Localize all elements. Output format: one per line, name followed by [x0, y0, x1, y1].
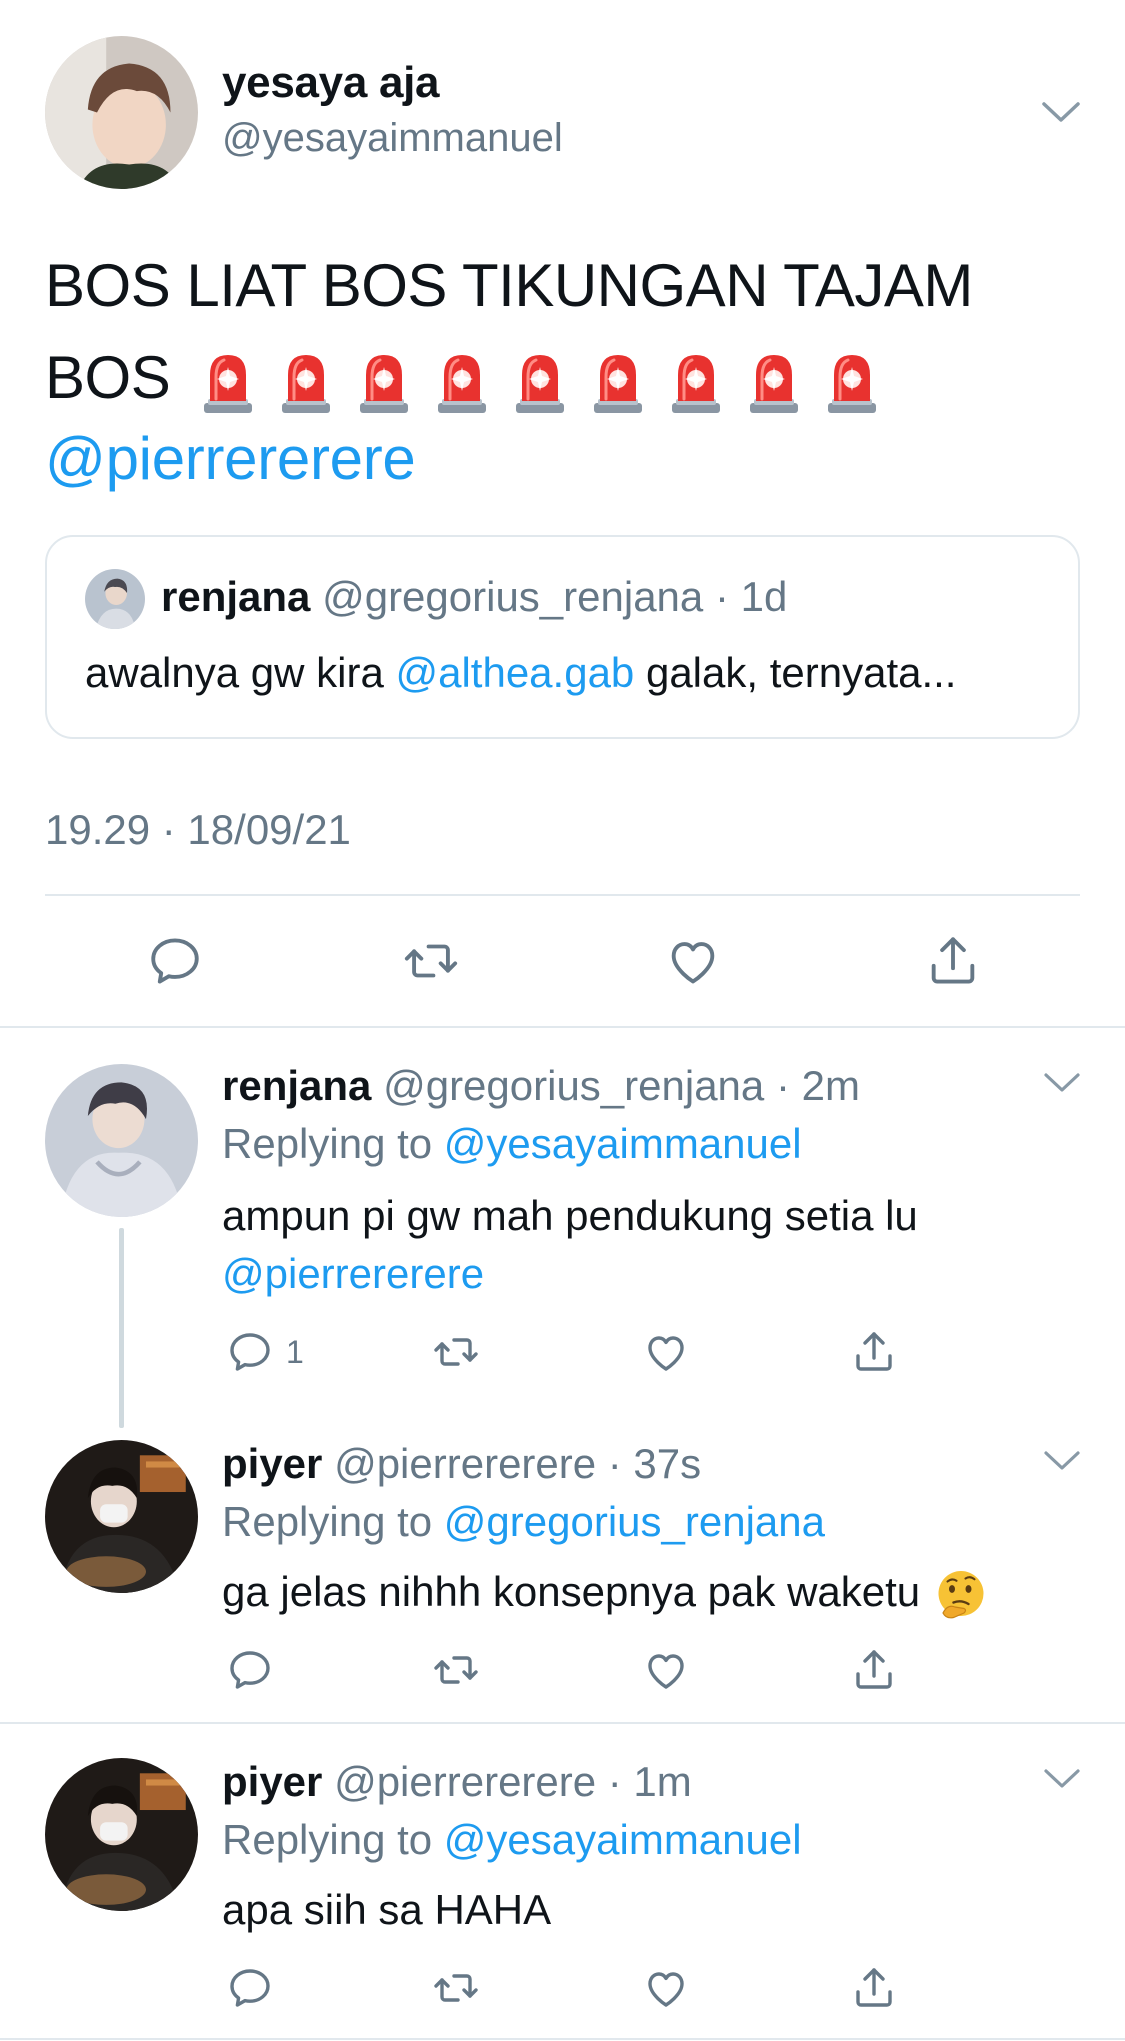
quoted-text-after: galak, ternyata... [634, 649, 957, 696]
divider [45, 894, 1080, 896]
thinking-face-icon [934, 1568, 988, 1622]
tweet-text-line-2: BOS [45, 332, 1085, 424]
share-icon[interactable] [924, 932, 982, 990]
reply-author-name[interactable]: piyer [222, 1440, 322, 1487]
emoji-row [200, 349, 880, 415]
replying-to: Replying to @yesayaimmanuel [222, 1120, 802, 1168]
police-car-light-icon [590, 349, 646, 415]
reply-header: piyer @pierrererere · 1m [222, 1758, 692, 1806]
like-icon[interactable] [642, 1964, 690, 2012]
author-name[interactable]: yesaya aja [222, 58, 440, 108]
reply-header: renjana @gregorius_renjana · 2m [222, 1062, 860, 1110]
police-car-light-icon [356, 349, 412, 415]
replying-to-mention[interactable]: @gregorius_renjana [444, 1498, 825, 1545]
tweet-timestamp[interactable]: 19.29 · 18/09/21 [45, 806, 351, 854]
reply-text: ga jelas nihhh konsepnya pak waketu [222, 1568, 988, 1622]
replying-to: Replying to @yesayaimmanuel [222, 1816, 802, 1864]
author-avatar[interactable] [45, 36, 198, 189]
quoted-header: renjana @gregorius_renjana · 1d [161, 573, 787, 621]
reply-handle-time[interactable]: @pierrererere · 1m [334, 1758, 692, 1805]
quoted-mention-link[interactable]: @althea.gab [395, 649, 634, 696]
replying-to-mention[interactable]: @yesayaimmanuel [444, 1816, 802, 1863]
like-icon[interactable] [664, 932, 722, 990]
quoted-author-name: renjana [161, 573, 311, 620]
quoted-author-avatar [85, 569, 145, 629]
quoted-text: awalnya gw kira @althea.gab galak, terny… [85, 649, 956, 697]
reply-avatar[interactable] [45, 1758, 198, 1911]
like-icon[interactable] [642, 1646, 690, 1694]
reply-author-name[interactable]: piyer [222, 1758, 322, 1805]
retweet-icon[interactable] [432, 1646, 480, 1694]
reply-handle-time[interactable]: @pierrererere · 37s [334, 1440, 701, 1487]
replying-to: Replying to @gregorius_renjana [222, 1498, 825, 1546]
reply-text: apa siih sa HAHA [222, 1886, 552, 1933]
reply-icon[interactable] [226, 1964, 274, 2012]
reply-text: ampun pi gw mah pendukung setia lu [222, 1192, 918, 1239]
reply-handle-time[interactable]: @gregorius_renjana · 2m [383, 1062, 860, 1109]
chevron-down-icon[interactable] [1042, 1446, 1082, 1474]
like-icon[interactable] [642, 1328, 690, 1376]
replying-to-mention[interactable]: @yesayaimmanuel [444, 1120, 802, 1167]
chevron-down-icon[interactable] [1040, 96, 1082, 126]
quoted-text-before: awalnya gw kira [85, 649, 396, 696]
reply-header: piyer @pierrererere · 37s [222, 1440, 701, 1488]
mention-link[interactable]: @pierrererere [45, 424, 416, 493]
tweet-text-line-1: BOS LIAT BOS TIKUNGAN TAJAM [45, 252, 973, 319]
divider [0, 2038, 1125, 2040]
police-car-light-icon [824, 349, 880, 415]
reply-text-body: ga jelas nihhh konsepnya pak waketu [222, 1568, 921, 1616]
divider [0, 1722, 1125, 1724]
reply-author-name[interactable]: renjana [222, 1062, 371, 1109]
replying-to-label: Replying to [222, 1816, 444, 1863]
reply-count: 1 [286, 1334, 304, 1370]
chevron-down-icon[interactable] [1042, 1764, 1082, 1792]
quoted-handle-time: @gregorius_renjana · 1d [322, 573, 788, 620]
chevron-down-icon[interactable] [1042, 1068, 1082, 1096]
police-car-light-icon [434, 349, 490, 415]
divider [0, 1026, 1125, 1028]
share-icon[interactable] [850, 1646, 898, 1694]
share-icon[interactable] [850, 1964, 898, 2012]
reply-avatar[interactable] [45, 1064, 198, 1217]
quoted-tweet-card[interactable]: renjana @gregorius_renjana · 1d awalnya … [45, 535, 1080, 739]
police-car-light-icon [200, 349, 256, 415]
retweet-icon[interactable] [432, 1964, 480, 2012]
replying-to-label: Replying to [222, 1120, 444, 1167]
reply-icon[interactable] [226, 1646, 274, 1694]
reply-icon[interactable] [226, 1328, 274, 1376]
tweet-text-bos: BOS [45, 344, 171, 411]
reply-mention-link[interactable]: @pierrererere [222, 1250, 484, 1298]
reply-avatar[interactable] [45, 1440, 198, 1593]
author-handle[interactable]: @yesayaimmanuel [222, 116, 563, 161]
share-icon[interactable] [850, 1328, 898, 1376]
retweet-icon[interactable] [432, 1328, 480, 1376]
replying-to-label: Replying to [222, 1498, 444, 1545]
police-car-light-icon [512, 349, 568, 415]
police-car-light-icon [278, 349, 334, 415]
thread-connector-line [119, 1228, 124, 1428]
police-car-light-icon [746, 349, 802, 415]
retweet-icon[interactable] [402, 932, 460, 990]
tweet-text: BOS LIAT BOS TIKUNGAN TAJAM BOS [45, 240, 1085, 424]
reply-icon[interactable] [146, 932, 204, 990]
police-car-light-icon [668, 349, 724, 415]
